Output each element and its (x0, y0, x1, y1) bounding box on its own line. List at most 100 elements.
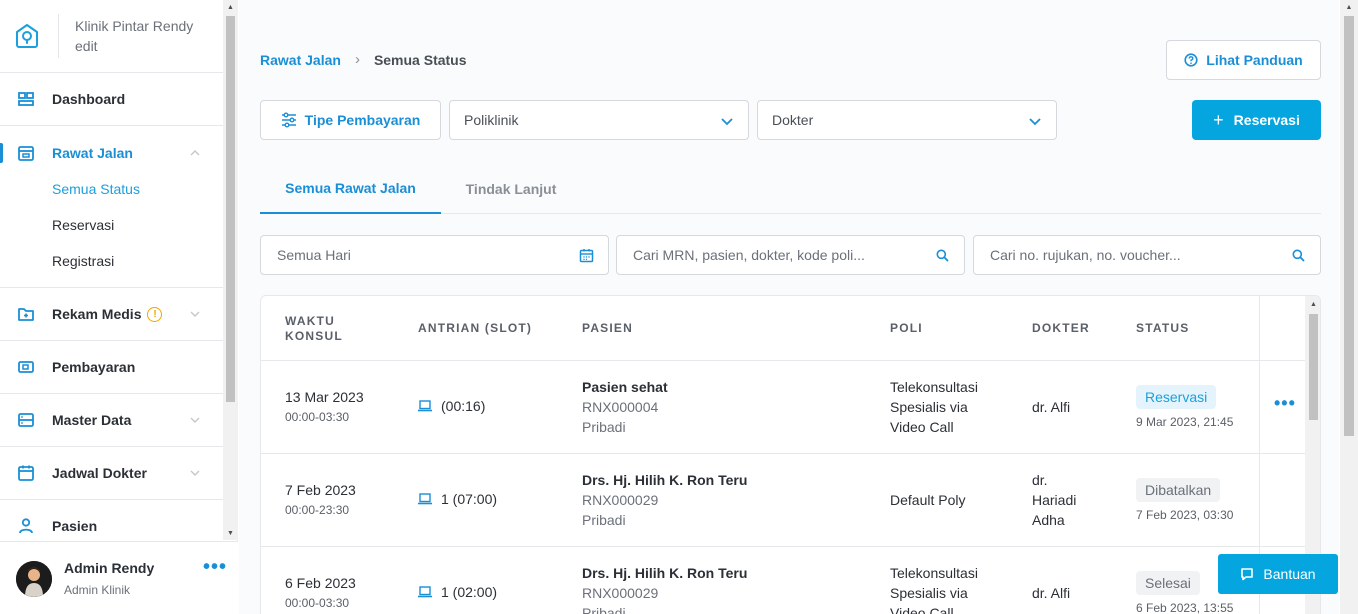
sidebar-item-rekam-medis[interactable]: Rekam Medis ! (0, 288, 223, 341)
user-profile[interactable]: Admin Rendy Admin Klinik ••• (0, 541, 238, 614)
table-scroll-thumb[interactable] (1309, 314, 1318, 420)
sidebar-subitem-registrasi[interactable]: Registrasi (0, 243, 223, 279)
sidebar-item-pasien[interactable]: Pasien (0, 500, 223, 540)
sidebar-item-label: Pasien (52, 518, 98, 534)
patient-mrn: RNX000029 (582, 492, 659, 508)
column-header-status[interactable]: STATUS (1136, 321, 1189, 336)
status-badge-label: Reservasi (1136, 385, 1217, 409)
scroll-down-arrow-icon[interactable]: ▼ (223, 526, 238, 540)
sidebar-scrollbar[interactable]: ▲ ▼ (223, 0, 238, 540)
chevron-down-icon (721, 118, 733, 126)
column-header-pasien[interactable]: PASIEN (582, 321, 633, 336)
status-time: 6 Feb 2023, 13:55 (1136, 601, 1234, 614)
chevron-up-icon[interactable] (189, 147, 201, 159)
table-row[interactable]: 7 Feb 2023 00:00-23:30 1 (07:00) Drs. Hj… (261, 454, 1305, 547)
referral-search-placeholder: Cari no. rujukan, no. voucher... (990, 247, 1181, 263)
breadcrumb: Rawat Jalan › Semua Status (260, 51, 467, 68)
sidebar-item-master-data[interactable]: Master Data (0, 394, 223, 447)
status-badge-label: Selesai (1136, 571, 1200, 595)
sidebar-item-rawat-jalan[interactable]: Rawat Jalan (0, 126, 223, 179)
laptop-icon (418, 586, 432, 598)
chevron-down-icon (1029, 118, 1041, 126)
page-scroll-thumb[interactable] (1344, 16, 1354, 436)
search-icon (936, 249, 949, 262)
sidebar-item-label: Dashboard (52, 91, 126, 107)
add-reservation-button[interactable]: + Reservasi (1192, 100, 1321, 140)
column-header-poli[interactable]: POLI (890, 321, 923, 336)
sidebar-item-dashboard[interactable]: Dashboard (0, 73, 223, 126)
page-scrollbar[interactable]: ▲ (1340, 0, 1358, 614)
date-filter-placeholder: Semua Hari (277, 247, 351, 263)
brand-divider (58, 14, 59, 58)
payment-type-filter-button[interactable]: Tipe Pembayaran (260, 100, 441, 140)
doctor-name: Adha (1032, 512, 1065, 528)
patient-name[interactable]: Drs. Hj. Hilih K. Ron Teru (582, 470, 747, 490)
dokter-select-value: Dokter (772, 112, 814, 128)
sidebar-scroll-area: Klinik Pintar Rendy edit Dashboard Rawat… (0, 0, 223, 540)
patient-mrn: RNX000004 (582, 399, 659, 415)
patient-mrn: RNX000029 (582, 585, 659, 601)
consult-time: 00:00-23:30 (285, 503, 350, 517)
guide-button[interactable]: Lihat Panduan (1166, 40, 1321, 80)
column-header-waktu-konsul[interactable]: WAKTU KONSUL (285, 314, 365, 344)
scroll-up-arrow-icon[interactable]: ▲ (1305, 298, 1320, 310)
poli-line: Telekonsultasi (890, 565, 978, 581)
chevron-down-icon[interactable] (189, 308, 201, 320)
database-icon (18, 413, 34, 427)
calendar-icon[interactable] (579, 248, 594, 263)
search-input[interactable]: Cari MRN, pasien, dokter, kode poli... (616, 235, 965, 275)
scroll-up-arrow-icon[interactable]: ▲ (1340, 0, 1358, 14)
sidebar-item-jadwal-dokter[interactable]: Jadwal Dokter (0, 447, 223, 500)
sidebar-item-pembayaran[interactable]: Pembayaran (0, 341, 223, 394)
patient-payer: Pribadi (582, 512, 626, 528)
date-filter-input[interactable]: Semua Hari (260, 235, 609, 275)
breadcrumb-link-rawat-jalan[interactable]: Rawat Jalan (260, 52, 341, 68)
poli-line: Video Call (890, 605, 954, 614)
table-row[interactable]: 13 Mar 2023 00:00-03:30 (00:16) Pasien s… (261, 361, 1305, 454)
chevron-down-icon[interactable] (189, 467, 201, 479)
scroll-up-arrow-icon[interactable]: ▲ (223, 0, 238, 14)
user-role: Admin Klinik (64, 583, 131, 597)
poliklinik-select[interactable]: Poliklinik (449, 100, 749, 140)
search-placeholder: Cari MRN, pasien, dokter, kode poli... (633, 247, 865, 263)
sidebar-item-label: Rawat Jalan (52, 144, 133, 161)
consult-date: 13 Mar 2023 (285, 389, 364, 405)
tab-tindak-lanjut[interactable]: Tindak Lanjut (441, 164, 581, 214)
user-menu-more-icon[interactable]: ••• (203, 557, 227, 577)
poli-line: Video Call (890, 419, 954, 435)
avatar-image (16, 561, 52, 597)
status-badge: Selesai (1136, 571, 1200, 595)
brand-header: Klinik Pintar Rendy edit (0, 0, 223, 73)
outpatient-table: WAKTU KONSUL ANTRIAN (SLOT) PASIEN POLI … (260, 295, 1321, 614)
referral-search-input[interactable]: Cari no. rujukan, no. voucher... (973, 235, 1321, 275)
folder-plus-icon (18, 308, 34, 321)
row-actions-more-icon[interactable]: ••• (1274, 393, 1296, 414)
consult-date: 6 Feb 2023 (285, 575, 356, 591)
consult-time: 00:00-03:30 (285, 410, 350, 424)
sidebar-item-label: Master Data (52, 412, 132, 428)
table-row[interactable]: 6 Feb 2023 00:00-03:30 1 (02:00) Drs. Hj… (261, 547, 1305, 614)
chat-icon (1241, 568, 1254, 581)
dokter-select[interactable]: Dokter (757, 100, 1057, 140)
breadcrumb-current: Semua Status (373, 51, 467, 68)
main-content: Rawat Jalan › Semua Status Lihat Panduan… (239, 0, 1339, 614)
user-name: Admin Rendy (64, 560, 155, 576)
sidebar-scroll-thumb[interactable] (226, 16, 235, 402)
column-header-dokter[interactable]: DOKTER (1032, 321, 1090, 336)
payment-icon (18, 361, 34, 373)
queue-slot: 1 (02:00) (418, 582, 497, 602)
patient-name[interactable]: Pasien sehat (582, 377, 668, 397)
column-header-antrian[interactable]: ANTRIAN (SLOT) (418, 321, 532, 336)
guide-button-label: Lihat Panduan (1206, 52, 1303, 68)
help-button[interactable]: Bantuan (1218, 554, 1338, 594)
patient-name[interactable]: Drs. Hj. Hilih K. Ron Teru (582, 563, 747, 583)
tab-semua-rawat-jalan[interactable]: Semua Rawat Jalan (260, 164, 441, 214)
clinic-logo-icon (16, 24, 38, 48)
doctor-name: dr. Alfi (1032, 399, 1071, 415)
clinic-name[interactable]: Klinik Pintar Rendy edit (75, 16, 215, 56)
sidebar-subitem-reservasi[interactable]: Reservasi (0, 207, 223, 243)
chevron-down-icon[interactable] (189, 414, 201, 426)
doctor-name: Hariadi (1032, 492, 1077, 508)
queue-slot: 1 (07:00) (418, 489, 497, 509)
tab-bar: Semua Rawat Jalan Tindak Lanjut (260, 164, 1321, 214)
